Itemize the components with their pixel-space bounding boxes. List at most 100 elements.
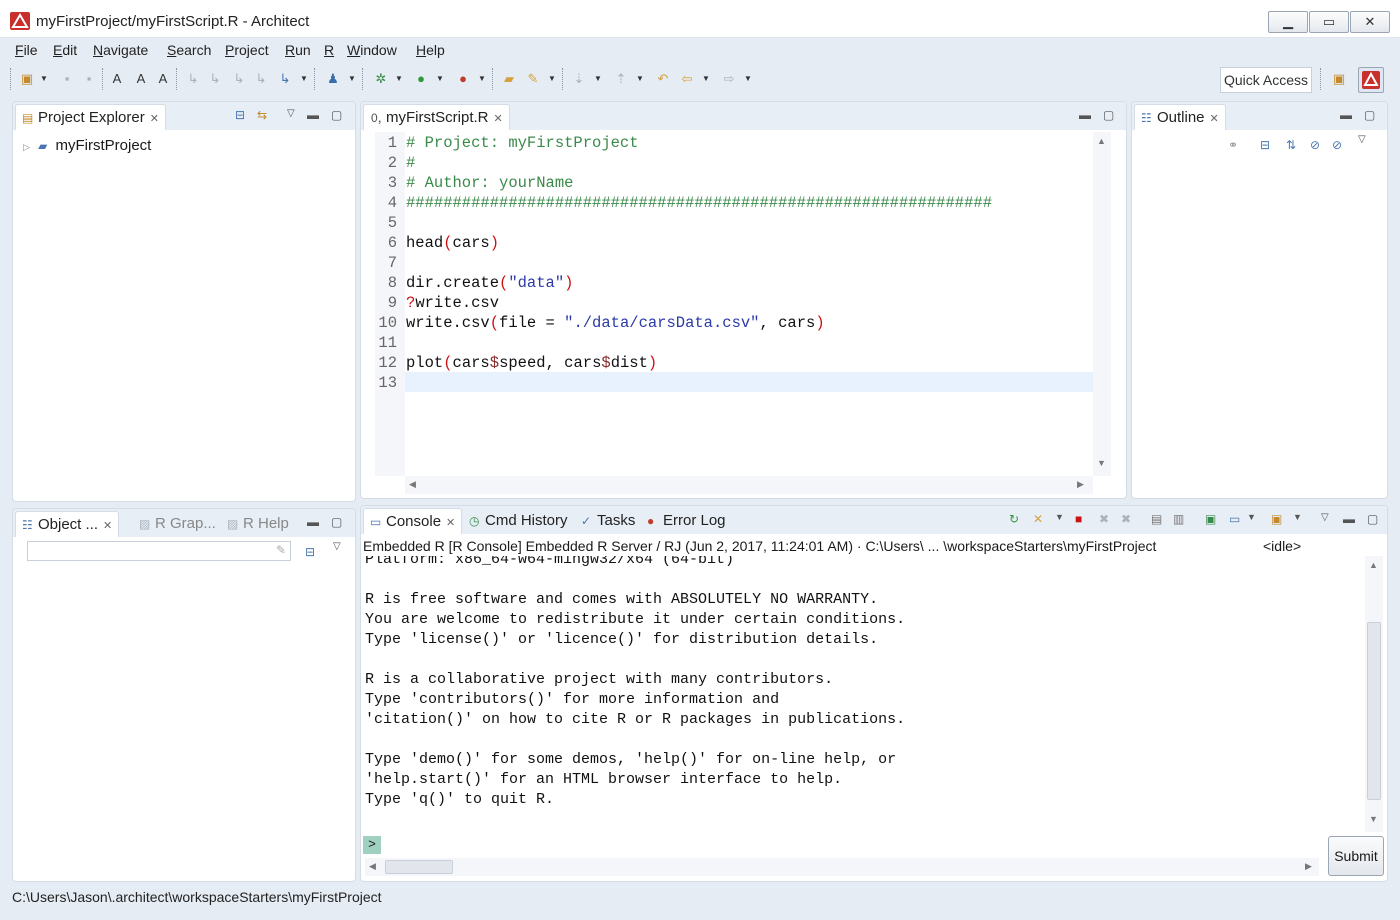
tree-item[interactable]: ▷ ▰ myFirstProject [23,137,151,154]
pin-icon[interactable]: ✎ [524,70,542,88]
submit-button[interactable]: Submit [1328,836,1384,876]
close-button[interactable]: ✕ [1350,11,1390,33]
minimize-view-icon[interactable]: ▬ [1340,108,1352,122]
scroll-right-icon[interactable]: ▶ [1077,479,1084,490]
close-icon[interactable]: ✕ [103,520,112,532]
minimize-view-icon[interactable]: ▬ [307,515,319,529]
tab-console[interactable]: ▭ Console ✕ [363,508,463,534]
chevron-down-icon[interactable]: ▼ [478,70,486,88]
tab-r-graphics[interactable]: ▨ R Grap... [133,511,222,537]
maximize-view-icon[interactable]: ▢ [1367,512,1378,526]
tab-tasks[interactable]: ✓ Tasks [575,508,641,534]
r-perspective-button[interactable] [1358,67,1384,93]
menu-search[interactable]: Search [167,42,211,58]
run-function-icon[interactable]: ↳ [230,70,248,88]
run-line-icon[interactable]: ↳ [184,70,202,88]
scroll-up-icon[interactable]: ▲ [1097,136,1106,146]
collapse-all-icon[interactable]: ⊟ [305,545,315,559]
close-icon[interactable]: ✕ [494,113,503,125]
console-input[interactable] [383,836,1323,854]
maximize-view-icon[interactable]: ▢ [1103,108,1114,122]
chevron-down-icon[interactable]: ▼ [40,70,48,88]
chevron-down-icon[interactable]: ▼ [636,70,644,88]
clear-filter-icon[interactable]: ✎ [276,543,286,557]
tab-object-browser[interactable]: ☷ Object ... ✕ [15,511,120,537]
maximize-button[interactable]: ▭ [1309,11,1349,33]
font-settings-icon[interactable]: A [154,70,172,88]
chevron-down-icon[interactable]: ▼ [1055,512,1064,522]
decrease-font-icon[interactable]: A [132,70,150,88]
scrollbar-thumb[interactable] [1367,622,1381,800]
hide-fields-icon[interactable]: ⊘ [1310,138,1320,152]
editor-horizontal-scrollbar[interactable]: ◀ ▶ [405,476,1093,494]
console-horizontal-scrollbar[interactable]: ◀ ▶ [365,858,1319,876]
prev-annotation-icon[interactable]: ⇡ [612,70,630,88]
new-icon[interactable]: ▣ [18,70,36,88]
maximize-view-icon[interactable]: ▢ [331,515,342,529]
close-icon[interactable]: ✕ [446,517,455,529]
menu-r[interactable]: R [324,42,334,58]
open-console-icon[interactable]: ▣ [1271,512,1282,526]
chevron-down-icon[interactable]: ▼ [548,70,556,88]
close-icon[interactable]: ✕ [1210,113,1219,125]
minimize-view-icon[interactable]: ▬ [1343,512,1355,526]
tab-project-explorer[interactable]: ▤ Project Explorer ✕ [15,104,166,130]
minimize-view-icon[interactable]: ▬ [307,108,319,122]
increase-font-icon[interactable]: A [108,70,126,88]
run-source-icon[interactable]: ↳ [276,70,294,88]
maximize-view-icon[interactable]: ▢ [331,108,342,122]
chevron-down-icon[interactable]: ▼ [395,70,403,88]
scroll-left-icon[interactable]: ◀ [409,479,416,490]
scroll-lock-icon[interactable]: ▥ [1173,512,1184,526]
tab-error-log[interactable]: ● Error Log [641,508,732,534]
expand-arrow-icon[interactable]: ▷ [23,142,30,152]
chevron-down-icon[interactable]: ▼ [744,70,752,88]
pin-console-icon[interactable]: ▣ [1205,512,1216,526]
external-tools-icon[interactable]: ● [454,70,472,88]
last-edit-icon[interactable]: ↶ [654,70,672,88]
save-icon[interactable]: ▪ [58,70,76,88]
chevron-down-icon[interactable]: ▼ [348,70,356,88]
run-file-icon[interactable]: ↳ [252,70,270,88]
stop-icon[interactable]: ■ [1075,512,1082,526]
menu-file[interactable]: File [15,42,38,58]
collapse-all-icon[interactable]: ⊟ [235,108,245,122]
scroll-down-icon[interactable]: ▼ [1369,814,1378,824]
minimize-view-icon[interactable]: ▬ [1079,108,1091,122]
editor-vertical-scrollbar[interactable]: ▲ ▼ [1093,132,1111,476]
tab-r-help[interactable]: ▨ R Help [221,511,295,537]
minimize-button[interactable]: ▁ [1268,11,1308,33]
code-editor[interactable]: 1 # Project: myFirstProject 2 # 3 # Auth… [375,132,1093,472]
close-icon[interactable]: ✕ [150,113,159,125]
display-console-icon[interactable]: ▭ [1229,512,1240,526]
menu-window[interactable]: Window [347,42,397,58]
console-vertical-scrollbar[interactable]: ▲ ▼ [1365,556,1383,832]
menu-navigate[interactable]: Navigate [93,42,148,58]
run-selection-icon[interactable]: ↳ [206,70,224,88]
scroll-up-icon[interactable]: ▲ [1369,560,1378,570]
run-icon[interactable]: ● [412,70,430,88]
scroll-left-icon[interactable]: ◀ [369,861,376,872]
view-menu-icon[interactable]: ▽ [333,541,341,552]
chevron-down-icon[interactable]: ▼ [436,70,444,88]
menu-run[interactable]: Run [285,42,311,58]
view-menu-icon[interactable]: ▽ [287,108,295,119]
menu-edit[interactable]: Edit [53,42,77,58]
clear-console-icon[interactable]: ▤ [1151,512,1162,526]
tab-outline[interactable]: ☷ Outline ✕ [1134,104,1226,130]
debug-icon[interactable]: ✲ [372,70,390,88]
refresh-icon[interactable]: ↻ [1009,512,1019,526]
next-annotation-icon[interactable]: ⇣ [570,70,588,88]
chevron-down-icon[interactable]: ▼ [1293,512,1302,522]
sort-az-icon[interactable]: ⇅ [1286,138,1296,152]
remove-all-icon[interactable]: ✖ [1121,512,1131,526]
chevron-down-icon[interactable]: ▼ [1247,512,1256,522]
chevron-down-icon[interactable]: ▼ [702,70,710,88]
maximize-view-icon[interactable]: ▢ [1364,108,1375,122]
person-run-icon[interactable]: ♟ [324,70,342,88]
view-menu-icon[interactable]: ▽ [1321,512,1329,523]
filter-input[interactable]: ✎ [27,541,291,561]
quick-access-input[interactable]: Quick Access [1220,67,1312,93]
forward-arrow-icon[interactable]: ⇨ [720,70,738,88]
scrollbar-thumb[interactable] [385,860,453,874]
